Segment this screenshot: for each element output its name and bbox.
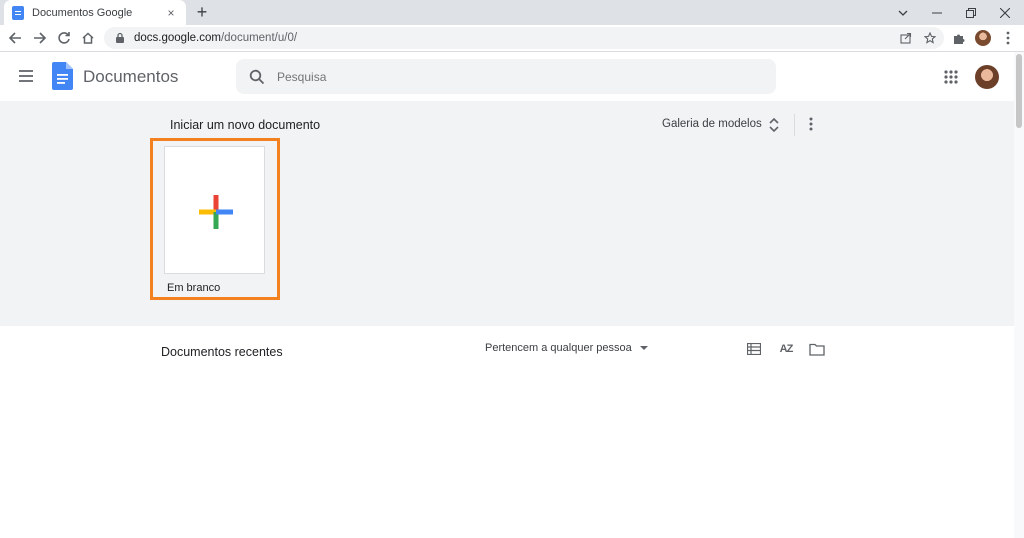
url-host: docs.google.com <box>134 32 221 44</box>
forward-button[interactable] <box>30 28 50 48</box>
reload-button[interactable] <box>54 28 74 48</box>
template-label: Em branco <box>167 282 221 294</box>
search-bar[interactable] <box>236 59 776 94</box>
share-button[interactable] <box>898 30 914 46</box>
divider <box>794 114 795 136</box>
sort-button[interactable]: AZ <box>777 340 795 358</box>
template-gallery-button[interactable]: Galeria de modelos <box>662 118 762 130</box>
forward-arrow-icon <box>34 32 47 44</box>
profile-button[interactable] <box>973 28 993 48</box>
account-avatar[interactable] <box>975 65 999 89</box>
sort-az-icon: AZ <box>779 343 794 355</box>
url-path: /document/u/0/ <box>220 32 298 44</box>
address-bar[interactable]: docs.google.com/document/u/0/ <box>104 27 944 49</box>
close-icon[interactable]: × <box>164 6 178 20</box>
restore-button[interactable] <box>956 0 986 25</box>
star-icon <box>924 32 936 44</box>
docs-favicon-icon <box>12 5 24 20</box>
apps-grid-icon <box>944 70 958 84</box>
recent-documents-title: Documentos recentes <box>161 345 283 359</box>
minimize-button[interactable] <box>922 0 952 25</box>
docs-header: Documentos <box>0 52 1014 101</box>
gallery-title: Iniciar um novo documento <box>170 118 321 132</box>
tab-title: Documentos Google <box>32 6 133 19</box>
hamburger-icon <box>19 70 33 82</box>
home-button[interactable] <box>78 28 98 48</box>
app-title[interactable]: Documentos <box>83 67 178 87</box>
bookmark-button[interactable] <box>922 30 938 46</box>
share-icon <box>900 32 912 44</box>
blank-document-template[interactable] <box>164 146 265 274</box>
chevron-down-icon <box>639 346 648 350</box>
search-input[interactable] <box>277 69 737 84</box>
restore-icon <box>966 7 976 18</box>
list-view-button[interactable] <box>745 340 763 358</box>
reload-icon <box>58 32 70 44</box>
folder-icon <box>809 343 825 356</box>
kebab-menu-icon[interactable] <box>803 116 819 132</box>
page-scrollbar[interactable] <box>1014 52 1024 538</box>
window-close-button[interactable] <box>990 0 1020 25</box>
owner-filter-label: Pertencem a qualquer pessoa <box>485 342 632 354</box>
scrollbar-thumb[interactable] <box>1016 54 1022 128</box>
kebab-menu-icon <box>1006 31 1010 45</box>
back-arrow-icon <box>8 32 21 44</box>
search-icon[interactable] <box>249 69 265 85</box>
browser-toolbar: docs.google.com/document/u/0/ <box>0 25 1024 52</box>
docs-logo-icon[interactable] <box>52 62 73 90</box>
avatar <box>975 30 991 46</box>
open-file-picker-button[interactable] <box>808 340 826 358</box>
unfold-icon[interactable] <box>767 117 781 133</box>
browser-tab[interactable]: Documentos Google × <box>4 0 186 25</box>
main-menu-button[interactable] <box>16 66 36 86</box>
home-icon <box>82 32 94 44</box>
owner-filter-dropdown[interactable]: Pertencem a qualquer pessoa <box>485 342 648 354</box>
google-apps-button[interactable] <box>941 67 961 87</box>
chevron-down-icon <box>898 10 908 16</box>
lock-icon[interactable] <box>114 32 126 44</box>
extensions-button[interactable] <box>949 28 969 48</box>
minimize-icon <box>932 12 942 13</box>
list-view-icon <box>747 343 761 355</box>
back-button[interactable] <box>5 28 25 48</box>
browser-tabstrip: Documentos Google × + <box>0 0 1024 25</box>
extensions-icon <box>954 34 965 44</box>
close-icon <box>1000 7 1010 18</box>
new-tab-button[interactable]: + <box>193 2 211 22</box>
browser-menu-button[interactable] <box>998 28 1018 48</box>
tab-search-button[interactable] <box>888 0 918 25</box>
plus-icon <box>199 195 233 229</box>
